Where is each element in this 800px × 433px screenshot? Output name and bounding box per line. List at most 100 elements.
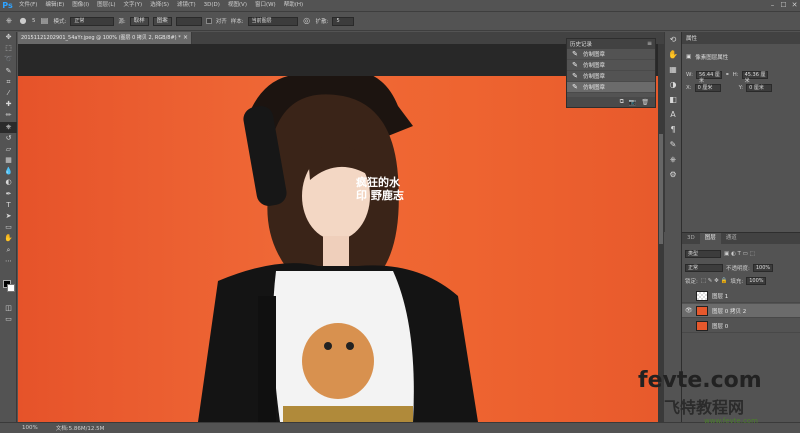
- eraser-tool-icon[interactable]: ▱: [0, 144, 17, 155]
- layer-kind-filter[interactable]: 类型: [685, 250, 721, 258]
- swatches-panel-icon[interactable]: ▦: [665, 62, 681, 77]
- brush-tool-icon[interactable]: ✏: [0, 110, 17, 121]
- delete-trash-icon[interactable]: 🗑: [641, 99, 649, 106]
- path-select-tool-icon[interactable]: ➤: [0, 211, 17, 222]
- tab-3d[interactable]: 3D: [682, 233, 700, 244]
- history-panel-title[interactable]: 历史记录: [570, 40, 592, 48]
- dodge-tool-icon[interactable]: ◐: [0, 177, 17, 188]
- aligned-checkbox[interactable]: [205, 18, 212, 24]
- history-item[interactable]: ✎ 仿制图章: [567, 71, 655, 82]
- menu-layer[interactable]: 图层(L): [93, 0, 119, 11]
- panel-menu-icon[interactable]: ≡: [647, 39, 652, 49]
- gradient-tool-icon[interactable]: ▦: [0, 155, 17, 166]
- minimize-button[interactable]: –: [767, 0, 778, 11]
- menu-window[interactable]: 窗口(W): [251, 0, 280, 11]
- clone-stamp-icon: ✎: [572, 61, 578, 69]
- clone-stamp-tool-icon[interactable]: ⎈: [0, 121, 17, 133]
- quick-mask-icon[interactable]: ◫: [0, 303, 17, 314]
- menu-filter[interactable]: 滤镜(T): [173, 0, 200, 11]
- mode-select[interactable]: 正常: [70, 16, 115, 26]
- visibility-toggle[interactable]: [685, 292, 692, 299]
- document-info[interactable]: 文档:5.86M/12.5M: [56, 424, 105, 432]
- menu-3d[interactable]: 3D(D): [200, 0, 224, 11]
- close-window-button[interactable]: ✕: [789, 0, 800, 11]
- history-brush-tool-icon[interactable]: ↺: [0, 133, 17, 144]
- fill-field[interactable]: 100%: [746, 277, 767, 285]
- brush-preset-icon[interactable]: ●: [18, 16, 28, 26]
- source-pattern-button[interactable]: 图案: [152, 16, 172, 26]
- tab-channels[interactable]: 通道: [721, 233, 742, 244]
- adjustments-panel-icon[interactable]: ◑: [665, 77, 681, 92]
- lock-icons[interactable]: ⬚ ✎ ✥ 🔒: [701, 278, 728, 284]
- menu-type[interactable]: 文字(Y): [120, 0, 147, 11]
- brush-size-value[interactable]: 5: [32, 18, 36, 24]
- shape-tool-icon[interactable]: ▭: [0, 222, 17, 233]
- clone-source-panel-icon[interactable]: ⎈: [665, 152, 681, 167]
- tool-options-bar: ⎈ ● 5 ▤ 模式: 正常 源: 取样 图案 对齐 样本: 当前图层 ◎ 扩散…: [0, 11, 800, 31]
- menu-select[interactable]: 选择(S): [146, 0, 173, 11]
- eyedropper-tool-icon[interactable]: ⁄: [0, 88, 17, 99]
- background-color-swatch[interactable]: [7, 284, 15, 292]
- lock-label: 锁定:: [685, 279, 698, 285]
- clone-stamp-tool-icon[interactable]: ⎈: [4, 16, 14, 26]
- sample-select[interactable]: 当前图层: [247, 16, 298, 26]
- history-item-selected[interactable]: ✎ 仿制图章: [567, 82, 655, 93]
- pen-tool-icon[interactable]: ✒: [0, 189, 17, 200]
- y-field[interactable]: 0 厘米: [746, 84, 773, 92]
- height-field[interactable]: 45.36 厘米: [741, 71, 768, 84]
- document-image[interactable]: 疯狂的水印 野鹿志: [18, 76, 658, 422]
- ignore-adjustment-icon[interactable]: ◎: [302, 16, 312, 26]
- document-tab[interactable]: 20151121202901_54aYr.jpeg @ 100% (图层 0 拷…: [18, 32, 192, 44]
- tool-presets-icon[interactable]: ⚙: [665, 167, 681, 182]
- quick-select-tool-icon[interactable]: ✎: [0, 66, 17, 77]
- marquee-tool-icon[interactable]: ⬚: [0, 43, 17, 54]
- source-sampled-button[interactable]: 取样: [129, 16, 149, 26]
- character-panel-icon[interactable]: A: [665, 107, 681, 122]
- link-dimensions-icon[interactable]: ⚭: [725, 72, 730, 78]
- history-item[interactable]: ✎ 仿制图章: [567, 60, 655, 71]
- zoom-level[interactable]: 100%: [22, 425, 38, 431]
- blur-tool-icon[interactable]: 💧: [0, 166, 17, 177]
- scrollbar-thumb[interactable]: [659, 134, 663, 244]
- x-field[interactable]: 0 厘米: [694, 84, 721, 92]
- menu-image[interactable]: 图像(I): [68, 0, 93, 11]
- filter-icons[interactable]: ▣ ◐ T ▭ ⬚: [724, 251, 755, 257]
- history-item[interactable]: ✎ 仿制图章: [567, 49, 655, 60]
- healing-brush-tool-icon[interactable]: ✚: [0, 99, 17, 110]
- edit-toolbar-icon[interactable]: ⋯: [0, 256, 17, 267]
- opacity-field[interactable]: 100%: [752, 264, 773, 272]
- styles-panel-icon[interactable]: ◧: [665, 92, 681, 107]
- menu-help[interactable]: 帮助(H): [280, 0, 307, 11]
- menu-file[interactable]: 文件(F): [15, 0, 41, 11]
- layer-row-selected[interactable]: 👁 图层 0 拷贝 2: [682, 304, 800, 318]
- canvas-area[interactable]: 疯狂的水印 野鹿志: [18, 44, 658, 422]
- hand-tool-icon[interactable]: ✋: [0, 233, 17, 244]
- eye-icon[interactable]: 👁: [685, 307, 693, 314]
- screen-mode-icon[interactable]: ▭: [0, 314, 17, 325]
- layer-row[interactable]: 图层 1: [682, 289, 800, 303]
- clone-source-panel-icon[interactable]: ▤: [40, 16, 50, 26]
- diffusion-select[interactable]: 5: [332, 16, 355, 26]
- menu-view[interactable]: 视图(V): [224, 0, 251, 11]
- type-tool-icon[interactable]: T: [0, 200, 17, 211]
- lasso-tool-icon[interactable]: ➰: [0, 54, 17, 65]
- properties-panel-icon[interactable]: ✋: [665, 47, 681, 62]
- width-field[interactable]: 56.44 厘米: [695, 71, 722, 84]
- crop-tool-icon[interactable]: ⌗: [0, 77, 17, 88]
- maximize-button[interactable]: ☐: [778, 0, 789, 11]
- visibility-toggle[interactable]: [685, 322, 692, 329]
- pattern-select[interactable]: [175, 16, 202, 26]
- menu-edit[interactable]: 编辑(E): [41, 0, 68, 11]
- properties-panel-title[interactable]: 属性: [686, 34, 697, 42]
- blend-mode-select[interactable]: 正常: [685, 264, 723, 272]
- brush-panel-icon[interactable]: ✎: [665, 137, 681, 152]
- paragraph-panel-icon[interactable]: ¶: [665, 122, 681, 137]
- move-tool-icon[interactable]: ✥: [0, 32, 17, 43]
- zoom-tool-icon[interactable]: ⌕: [0, 245, 17, 256]
- tab-layers[interactable]: 图层: [699, 233, 721, 244]
- close-document-icon[interactable]: ×: [183, 32, 188, 44]
- new-document-from-state-icon[interactable]: ⧉: [620, 98, 624, 106]
- history-panel-icon[interactable]: ⟲: [665, 32, 681, 47]
- snapshot-camera-icon[interactable]: 📷: [629, 99, 636, 106]
- layer-row[interactable]: 图层 0: [682, 319, 800, 333]
